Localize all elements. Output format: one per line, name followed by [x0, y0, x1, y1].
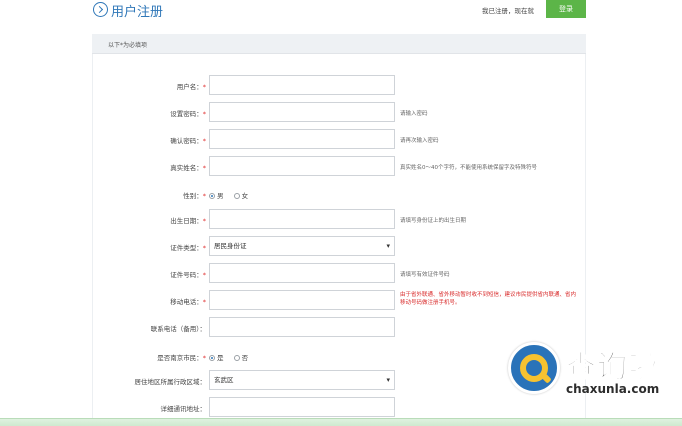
radio-checked-icon[interactable]	[209, 193, 215, 199]
magnifier-logo-icon	[508, 342, 560, 394]
page-header: 用户注册 我已注册，现在就 登录	[0, 0, 682, 22]
login-hint: 我已注册，现在就	[482, 7, 534, 15]
password-row: 设置密码：* 请输入密码	[0, 102, 682, 124]
confirm-password-label: 确认密码：*	[170, 137, 206, 145]
idnumber-input[interactable]	[209, 263, 395, 283]
watermark-en: chaxunla.com	[566, 382, 660, 396]
radio-unchecked-icon[interactable]	[233, 193, 240, 199]
idnumber-row: 证件号码：* 请填写有效证件号码	[0, 263, 682, 285]
resident-option-no[interactable]: 否	[233, 354, 248, 362]
gender-label: 性别：*	[183, 192, 206, 200]
username-row: 用户名：*	[0, 75, 682, 97]
realname-label: 真实姓名：*	[170, 164, 206, 172]
idnumber-hint: 请填写有效证件号码	[400, 272, 450, 278]
resident-radio-group: 是 否	[209, 352, 256, 362]
radio-unchecked-icon[interactable]	[233, 355, 240, 361]
district-label: 居住地区所属行政区域：	[134, 378, 207, 386]
gender-row: 性别：* 男 女	[0, 184, 682, 206]
realname-hint: 真实姓名0～40个字符，不能使用系统保留字及特殊符号	[400, 165, 537, 171]
watermark-logo: 查询啦 chaxunla.com	[508, 342, 668, 404]
arrow-circle-icon	[93, 2, 108, 17]
password-input[interactable]	[209, 102, 395, 122]
resident-label: 是否南京市民：*	[157, 354, 206, 362]
address-label: 详细通讯地址：	[160, 405, 207, 413]
confirm-password-input[interactable]	[209, 129, 395, 149]
gender-option-female[interactable]: 女	[233, 192, 248, 200]
idtype-select[interactable]: 居民身份证	[209, 236, 395, 256]
password-hint: 请输入密码	[400, 111, 428, 117]
required-notice: 以下*为必填项	[92, 34, 586, 54]
realname-input[interactable]	[209, 156, 395, 176]
idtype-label: 证件类型：*	[170, 244, 206, 252]
password-label: 设置密码：*	[170, 110, 206, 118]
district-selected-value: 玄武区	[214, 376, 234, 384]
birthday-hint: 请填写身份证上的出生日期	[400, 218, 467, 224]
mobile-warning: 由于省外联通、省外移动暂时收不到短信，建议市民提供省内联通、省内移动号码做注册手…	[400, 292, 577, 306]
mobile-input[interactable]	[209, 290, 395, 310]
district-select[interactable]: 玄武区	[209, 370, 395, 390]
confirm-password-row: 确认密码：* 请再次输入密码	[0, 129, 682, 151]
gender-radio-group: 男 女	[209, 190, 256, 200]
page-title: 用户注册	[111, 5, 164, 20]
phone-input[interactable]	[209, 317, 395, 337]
idtype-row: 证件类型：* 居民身份证	[0, 236, 682, 258]
radio-checked-icon[interactable]	[209, 355, 215, 361]
username-label: 用户名：*	[176, 83, 206, 91]
idtype-selected-value: 居民身份证	[214, 242, 247, 250]
login-button[interactable]: 登录	[546, 0, 586, 18]
browser-status-bar	[0, 418, 682, 426]
gender-option-male[interactable]: 男	[209, 192, 224, 200]
mobile-row: 移动电话：* 由于省外联通、省外移动暂时收不到短信，建议市民提供省内联通、省内移…	[0, 290, 682, 312]
phone-row: 联系电话（备用）：	[0, 317, 682, 339]
address-input[interactable]	[209, 397, 395, 417]
phone-label: 联系电话（备用）：	[150, 325, 206, 333]
confirm-password-hint: 请再次输入密码	[400, 138, 439, 144]
realname-row: 真实姓名：* 真实姓名0～40个字符，不能使用系统保留字及特殊符号	[0, 156, 682, 178]
idnumber-label: 证件号码：*	[170, 271, 206, 279]
birthday-row: 出生日期：* 请填写身份证上的出生日期	[0, 209, 682, 231]
birthday-input[interactable]	[209, 209, 395, 229]
username-input[interactable]	[209, 75, 395, 95]
watermark-cn: 查询啦	[566, 350, 659, 386]
mobile-label: 移动电话：*	[170, 298, 206, 306]
resident-option-yes[interactable]: 是	[209, 354, 224, 362]
birthday-label: 出生日期：*	[170, 217, 206, 225]
required-notice-text: 以下*为必填项	[108, 42, 148, 49]
